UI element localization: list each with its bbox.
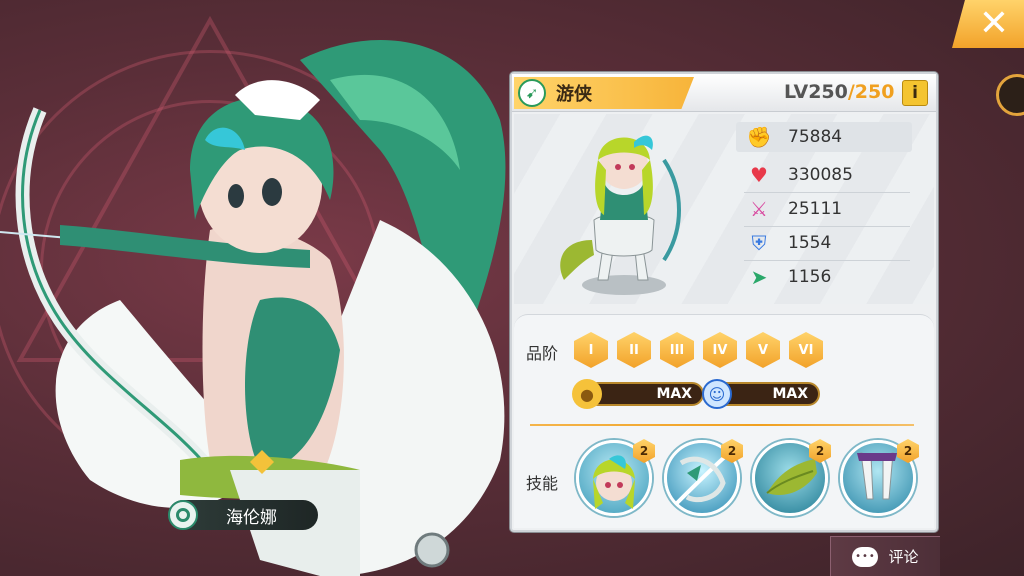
speed-row: ➤ 1156 [736, 262, 912, 292]
tier-label: 品阶 [526, 344, 559, 363]
comment-button[interactable]: ••• 评论 [830, 536, 940, 576]
defense-value: 1554 [788, 233, 832, 253]
skill-slot-3[interactable]: 2 [752, 439, 831, 516]
ranger-class-icon: ➹ [518, 79, 546, 107]
level-current: LV250 [784, 81, 848, 103]
panel-header: ➹ 游侠 LV250/250 i [512, 74, 936, 112]
speech-bubble-icon: ••• [852, 546, 879, 567]
hero-name: 海伦娜 [226, 507, 277, 528]
spirit-max-label: MAX [772, 386, 808, 402]
hp-value: 330085 [788, 165, 853, 185]
power-value: 75884 [788, 127, 843, 147]
wind-element-icon [168, 500, 198, 530]
hero-detail-screen: 海伦娜 ✕ ➹ 游侠 LV250/250 i ✊ 75884 ♥ 330085 … [0, 0, 1024, 576]
power-row: ✊ 75884 [736, 122, 912, 152]
hero-chibi-model [560, 135, 681, 295]
fist-power-icon: ✊ [746, 125, 772, 149]
hp-row: ♥ 330085 [736, 160, 912, 190]
side-menu-icon[interactable] [996, 74, 1024, 116]
defense-row: ⛨ 1554 [736, 228, 912, 258]
skill-slot-1[interactable]: 2 [576, 439, 655, 516]
shield-icon: ⛨ [751, 231, 767, 255]
info-button[interactable]: i [902, 80, 928, 106]
skills-label: 技能 [526, 474, 559, 493]
attack-value: 25111 [788, 199, 843, 219]
speed-value: 1156 [788, 267, 832, 287]
stats-area: ✊ 75884 ♥ 330085 ⚔ 25111 ⛨ 1554 ➤ 1156 [514, 114, 934, 304]
skill-slot-4[interactable]: 2 [840, 439, 919, 516]
attack-row: ⚔ 25111 [736, 194, 912, 224]
crossed-swords-icon: ⚔ [750, 197, 768, 221]
level-max: /250 [847, 81, 895, 103]
spirit-orb-icon: ☺ [702, 379, 732, 409]
gold-max-label: MAX [656, 386, 692, 402]
class-name: 游侠 [556, 84, 592, 105]
heart-icon: ♥ [750, 163, 768, 187]
level-display: LV250/250 [784, 81, 894, 103]
section-divider [530, 424, 914, 426]
gold-max-bar: MAX [586, 382, 704, 406]
skill-slot-2[interactable]: 2 [664, 439, 743, 516]
hero-portrait-art [0, 15, 506, 576]
speed-icon: ➤ [750, 265, 768, 289]
close-icon: ✕ [978, 3, 1010, 44]
close-button[interactable]: ✕ [952, 0, 1024, 48]
hero-name-plate: 海伦娜 [168, 500, 318, 530]
comment-label: 评论 [888, 548, 919, 566]
info-icon: i [912, 83, 918, 103]
gold-coins-icon: ● [572, 379, 602, 409]
class-tag: ➹ 游侠 [514, 77, 694, 109]
